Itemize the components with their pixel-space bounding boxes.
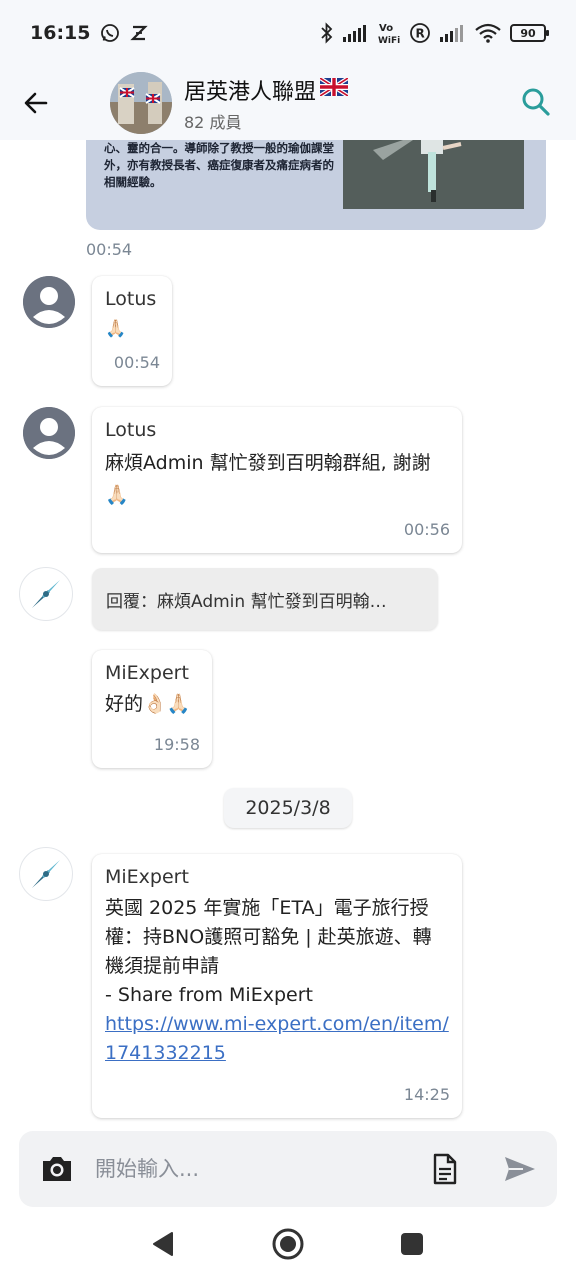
message-text: 麻煩Admin 幫忙發到百明翰群組, 謝謝🙏🏻 (105, 452, 431, 506)
search-button[interactable] (516, 82, 556, 122)
search-icon (522, 88, 550, 116)
message-bubble[interactable]: Lotus 🙏🏻 00:54 (92, 276, 172, 386)
uk-flag-icon (318, 76, 350, 102)
person-icon (23, 407, 75, 459)
group-title: 居英港人聯盟 (184, 79, 317, 105)
message-time: 19:58 (153, 735, 200, 754)
date-divider: 2025/3/8 (224, 788, 352, 828)
svg-text:WiFi: WiFi (378, 36, 400, 45)
status-time: 16:15 (30, 22, 91, 44)
message-composer (19, 1131, 557, 1207)
message-time: 00:56 (403, 520, 450, 539)
compass-icon (21, 569, 71, 619)
sender-name: Lotus (105, 288, 157, 310)
message-text: 好的👌🏻🙏🏻 (105, 693, 191, 715)
svg-text:R: R (416, 27, 425, 41)
camera-button[interactable] (19, 1131, 95, 1207)
chat-header: 居英港人聯盟 82 成員 (0, 66, 576, 140)
shared-link[interactable]: https://www.mi-expert.com/en/item/174133… (105, 1010, 449, 1068)
status-bar: 16:15 Vo WiFi R 90 (0, 0, 576, 66)
group-avatar[interactable] (110, 72, 172, 134)
document-icon (433, 1153, 457, 1185)
miexpert-avatar[interactable] (19, 847, 73, 901)
whatsapp-icon (100, 23, 120, 43)
yoga-photo[interactable] (343, 140, 524, 209)
message-bubble[interactable]: MiExpert 英國 2025 年實施「ETA」電子旅行授權：持BNO護照可豁… (92, 854, 462, 1118)
message-time: 00:54 (113, 353, 160, 372)
camera-icon (43, 1157, 71, 1181)
image-caption: 來強身健體，預防及治療病痛，並達致身、心、靈的合一。導師除了教授一般的瑜伽課堂外… (104, 141, 334, 189)
sender-name: Lotus (105, 419, 157, 441)
triangle-back-icon (153, 1232, 173, 1256)
z-app-icon (130, 24, 149, 42)
message-input[interactable] (95, 1157, 395, 1181)
message-list[interactable]: 來強身健體，預防及治療病痛，並達致身、心、靈的合一。導師除了教授一般的瑜伽課堂外… (0, 140, 576, 1130)
home-circle-icon (272, 1228, 304, 1260)
send-icon (505, 1157, 535, 1181)
square-recents-icon (401, 1233, 423, 1255)
chat-screen: 16:15 Vo WiFi R 90 居英港人聯盟 82 成員 心、靈的合一。導… (0, 0, 576, 1280)
message-bubble[interactable]: Lotus 麻煩Admin 幫忙發到百明翰群組, 謝謝🙏🏻 00:56 (92, 407, 462, 553)
message-text: 🙏🏻 (105, 319, 127, 339)
wifi-icon (475, 23, 501, 43)
nav-recents-button[interactable] (400, 1232, 424, 1260)
compass-icon (21, 849, 71, 899)
miexpert-avatar[interactable] (19, 567, 73, 621)
vowifi-icon: Vo WiFi (378, 21, 400, 45)
attach-document-button[interactable] (425, 1149, 465, 1189)
send-button[interactable] (497, 1149, 543, 1189)
person-icon (23, 276, 75, 328)
nav-back-button[interactable] (150, 1230, 176, 1262)
sender-name: MiExpert (105, 866, 189, 888)
back-button[interactable] (0, 66, 72, 140)
signal-icon (440, 24, 466, 42)
reply-preview[interactable]: 回覆：麻煩Admin 幫忙發到百明翰… (92, 568, 438, 630)
message-text: 英國 2025 年實施「ETA」電子旅行授權：持BNO護照可豁免 | 赴英旅遊、… (105, 897, 432, 977)
system-nav-bar (0, 1210, 576, 1280)
battery-indicator: 90 (510, 24, 549, 42)
share-attribution: - Share from MiExpert (105, 984, 313, 1006)
member-count: 82 成員 (184, 112, 242, 132)
signal-icon (343, 24, 369, 42)
nav-home-button[interactable] (271, 1227, 305, 1265)
svg-text:Vo: Vo (379, 23, 393, 34)
bluetooth-icon (320, 22, 334, 44)
user-avatar[interactable] (23, 276, 75, 328)
arrow-left-icon (24, 92, 48, 114)
message-bubble[interactable]: MiExpert 好的👌🏻🙏🏻 19:58 (92, 650, 212, 768)
message-time: 14:25 (403, 1085, 450, 1104)
image-message[interactable]: 來強身健體，預防及治療病痛，並達致身、心、靈的合一。導師除了教授一般的瑜伽課堂外… (86, 140, 546, 230)
message-time: 00:54 (86, 240, 133, 259)
user-avatar[interactable] (23, 407, 75, 459)
sender-name: MiExpert (105, 662, 189, 684)
r-icon: R (409, 22, 431, 44)
